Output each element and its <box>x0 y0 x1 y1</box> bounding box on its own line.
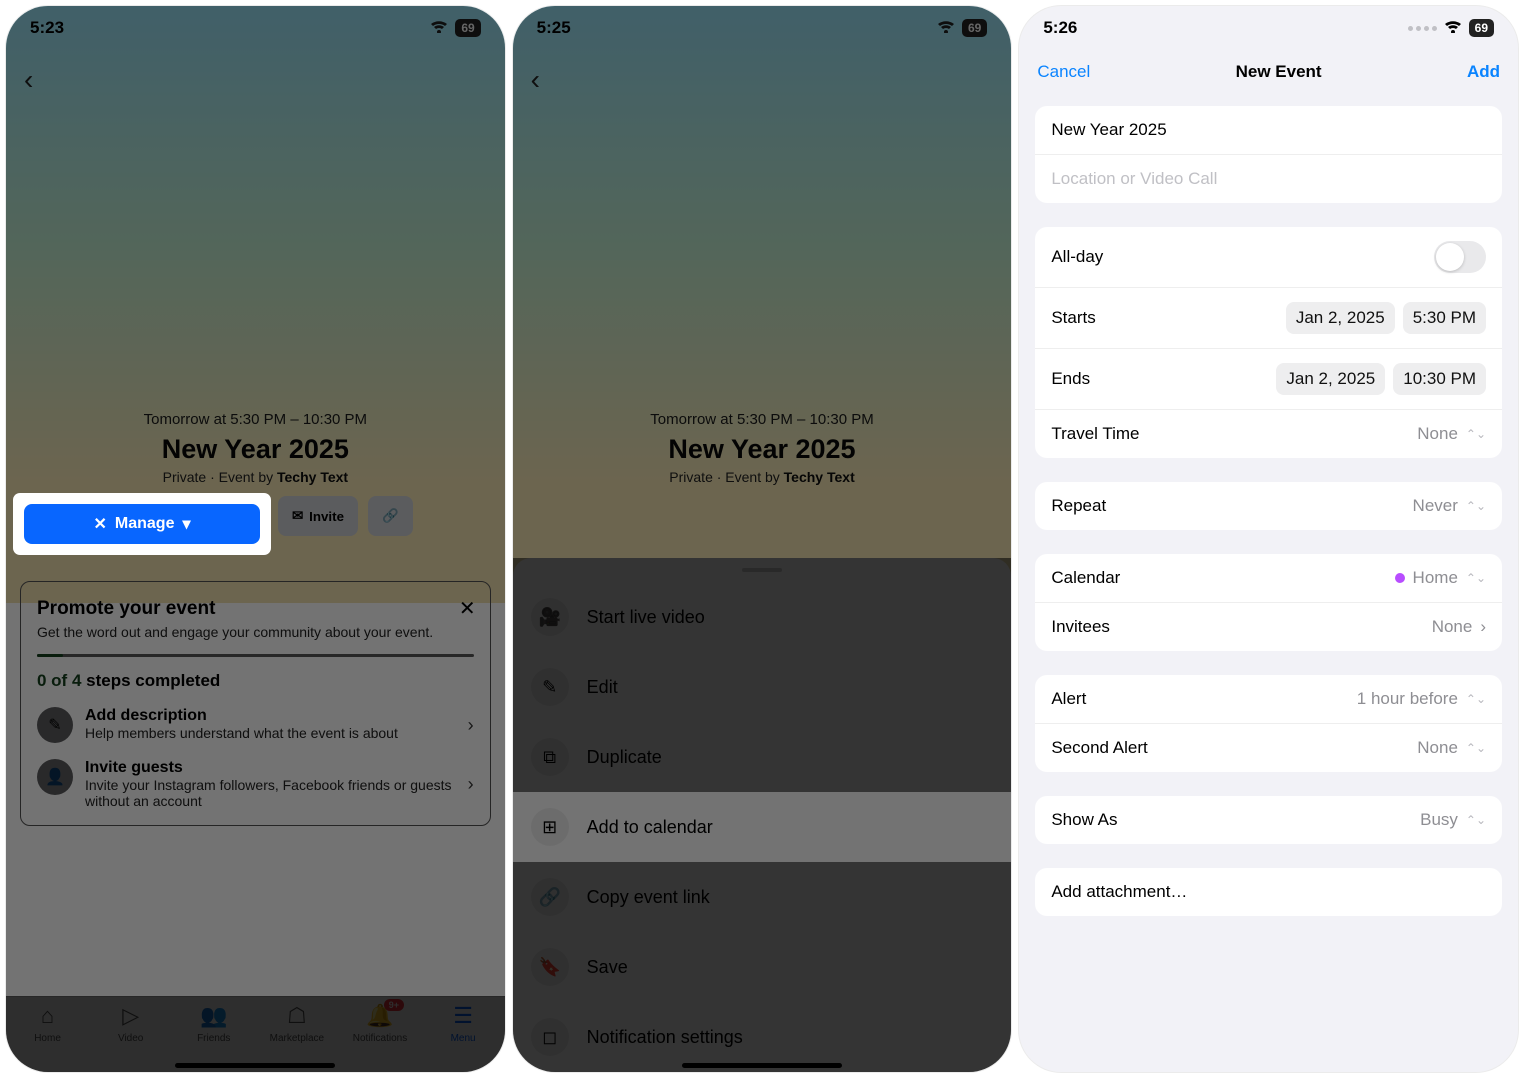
add-attachment-row[interactable]: Add attachment… <box>1035 868 1502 916</box>
updown-icon: ⌃⌄ <box>1466 499 1486 513</box>
travel-time-row[interactable]: Travel Time None⌃⌄ <box>1035 410 1502 458</box>
link-icon: 🔗 <box>382 508 399 524</box>
tools-icon: ✕ <box>93 514 106 534</box>
title-input[interactable] <box>1051 120 1486 140</box>
phone-manage-sheet: 5:25 69 ‹ Tomorrow at 5:30 PM – 10:30 PM… <box>513 6 1012 1072</box>
calendar-invitees-card: Calendar Home⌃⌄ Invitees None› <box>1035 554 1502 651</box>
starts-row: Starts Jan 2, 2025 5:30 PM <box>1035 288 1502 349</box>
location-field[interactable] <box>1035 155 1502 203</box>
alert-row[interactable]: Alert 1 hour before⌃⌄ <box>1035 675 1502 724</box>
datetime-card: All-day Starts Jan 2, 2025 5:30 PM Ends … <box>1035 227 1502 458</box>
home-indicator <box>175 1063 335 1068</box>
status-time: 5:25 <box>537 18 571 38</box>
location-input[interactable] <box>1051 169 1486 189</box>
updown-icon: ⌃⌄ <box>1466 692 1486 706</box>
status-bar: 5:23 69 <box>6 6 505 50</box>
ends-row: Ends Jan 2, 2025 10:30 PM <box>1035 349 1502 410</box>
phone-facebook-event: 5:23 69 ‹ Tomorrow at 5:30 PM – 10:30 PM… <box>6 6 505 1072</box>
repeat-card: Repeat Never⌃⌄ <box>1035 482 1502 530</box>
manage-button[interactable]: ✕ Manage ▾ <box>24 504 260 544</box>
manage-button-highlight: ✕ Manage ▾ <box>16 496 268 552</box>
invitees-row[interactable]: Invitees None› <box>1035 603 1502 651</box>
chevron-right-icon: › <box>1480 617 1486 637</box>
nav-bar: Cancel New Event Add <box>1019 50 1518 94</box>
status-bar: 5:26 69 <box>1019 6 1518 50</box>
allday-toggle[interactable] <box>1434 241 1486 273</box>
status-time: 5:26 <box>1043 18 1077 38</box>
event-title-field[interactable] <box>1035 106 1502 155</box>
updown-icon: ⌃⌄ <box>1466 427 1486 441</box>
attachment-card: Add attachment… <box>1035 868 1502 916</box>
invite-button[interactable]: ✉ Invite <box>278 496 358 536</box>
wifi-icon <box>429 18 449 38</box>
calendar-color-dot <box>1395 573 1405 583</box>
second-alert-row[interactable]: Second Alert None⌃⌄ <box>1035 724 1502 772</box>
ends-time-button[interactable]: 10:30 PM <box>1393 363 1486 395</box>
battery-level: 69 <box>455 19 480 37</box>
phone-ios-new-event: 5:26 69 Cancel New Event Add All-day Sta… <box>1019 6 1518 1072</box>
allday-row: All-day <box>1035 227 1502 288</box>
copy-link-button[interactable]: 🔗 <box>368 496 413 536</box>
updown-icon: ⌃⌄ <box>1466 813 1486 827</box>
recording-dots-icon <box>1408 26 1437 31</box>
status-bar: 5:25 69 <box>513 6 1012 50</box>
starts-time-button[interactable]: 5:30 PM <box>1403 302 1486 334</box>
showas-card: Show As Busy⌃⌄ <box>1035 796 1502 844</box>
dropdown-caret-icon: ▾ <box>182 514 190 534</box>
nav-title: New Event <box>1236 62 1322 82</box>
updown-icon: ⌃⌄ <box>1466 571 1486 585</box>
battery-level: 69 <box>962 19 987 37</box>
showas-row[interactable]: Show As Busy⌃⌄ <box>1035 796 1502 844</box>
alerts-card: Alert 1 hour before⌃⌄ Second Alert None⌃… <box>1035 675 1502 772</box>
cancel-button[interactable]: Cancel <box>1037 62 1090 82</box>
envelope-icon: ✉ <box>292 508 303 524</box>
title-location-card <box>1035 106 1502 203</box>
wifi-icon <box>936 18 956 38</box>
add-button[interactable]: Add <box>1467 62 1500 82</box>
home-indicator <box>682 1063 842 1068</box>
battery-level: 69 <box>1469 19 1494 37</box>
ends-date-button[interactable]: Jan 2, 2025 <box>1276 363 1385 395</box>
calendar-row[interactable]: Calendar Home⌃⌄ <box>1035 554 1502 603</box>
starts-date-button[interactable]: Jan 2, 2025 <box>1286 302 1395 334</box>
wifi-icon <box>1443 18 1463 38</box>
status-time: 5:23 <box>30 18 64 38</box>
repeat-row[interactable]: Repeat Never⌃⌄ <box>1035 482 1502 530</box>
updown-icon: ⌃⌄ <box>1466 741 1486 755</box>
